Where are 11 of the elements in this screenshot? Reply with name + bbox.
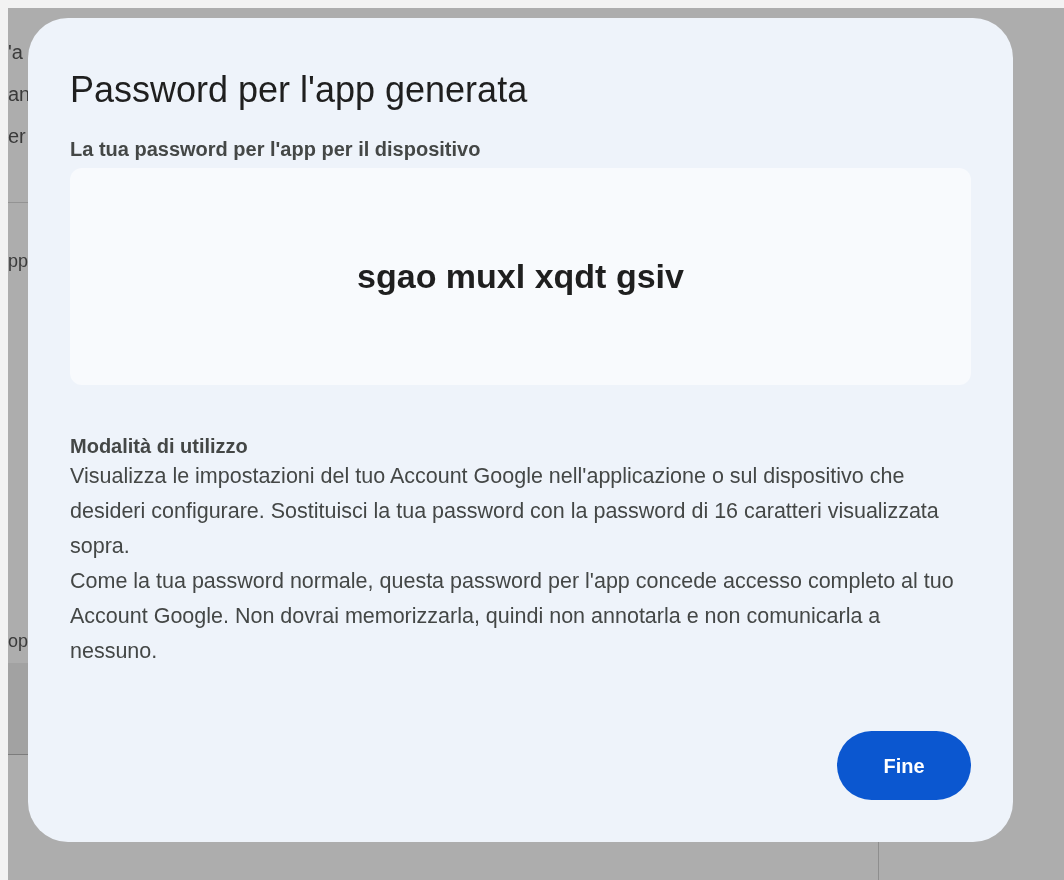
app-password: sgao muxl xqdt gsiv bbox=[357, 256, 684, 297]
password-label: La tua password per l'app per il dispositivo bbox=[70, 137, 481, 162]
usage-paragraph: Visualizza le impostazioni del tuo Account Google nell'applicazione o sul dispositivo che desideri configurare. Sostituisci la tua password con la password di 16 caratteri visualizzata sopra. bbox=[70, 463, 940, 560]
usage-paragraph: Come la tua password normale, questa password per l'app concede accesso completo al tuo Account Google. Non dovrai memorizzarla, quindi non annotarla e non comunicarla a nessuno. bbox=[70, 568, 955, 665]
background-text: pp bbox=[8, 250, 29, 273]
usage-heading: Modalità di utilizzo bbox=[70, 434, 248, 459]
background-text: er bbox=[8, 124, 26, 149]
background-text: op bbox=[8, 630, 29, 653]
background-text: 'a bbox=[8, 40, 23, 65]
done-button[interactable]: Fine bbox=[837, 731, 971, 800]
dialog-title: Password per l'app generata bbox=[70, 68, 528, 112]
